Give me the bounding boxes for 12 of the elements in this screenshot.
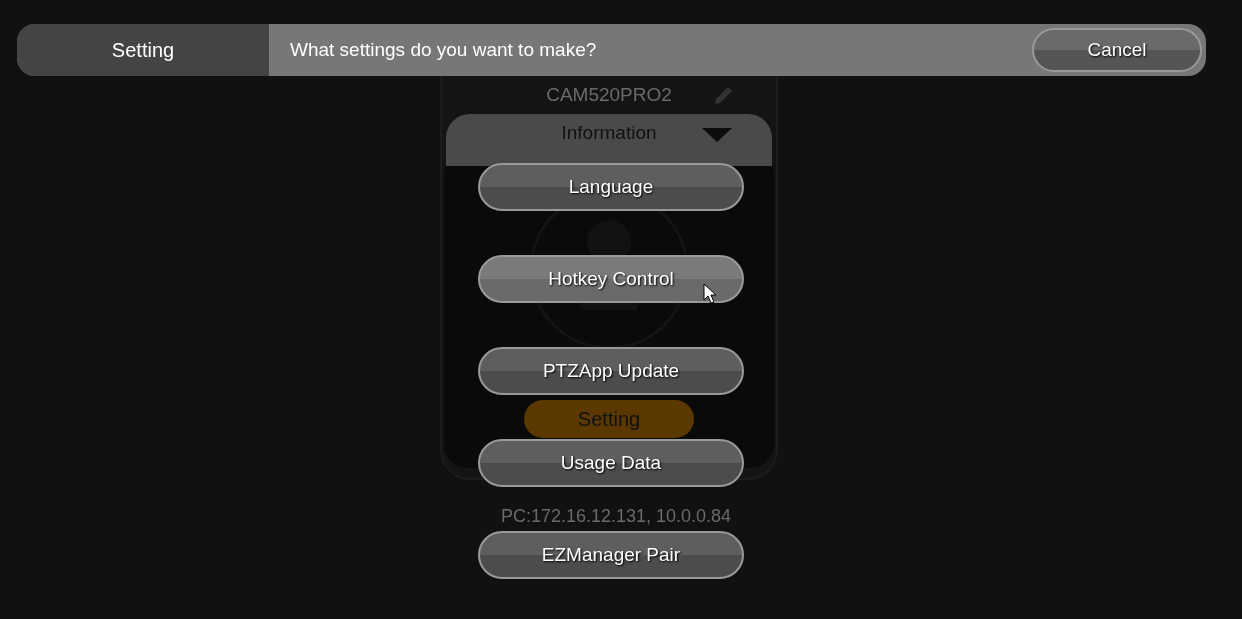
dialog-prompt: What settings do you want to make? (290, 39, 597, 61)
ip-address: PC:172.16.12.131, 10.0.0.84 (499, 506, 733, 527)
option-button[interactable]: Hotkey Control (478, 255, 744, 303)
device-name: CAM520PRO2 (546, 84, 672, 106)
option-button[interactable]: PTZApp Update (478, 347, 744, 395)
option-button[interactable]: Usage Data (478, 439, 744, 487)
dialog-title: Setting (17, 24, 269, 76)
option-button[interactable]: Language (478, 163, 744, 211)
caret-icon (702, 128, 732, 142)
option-button[interactable]: EZManager Pair (478, 531, 744, 579)
cancel-button[interactable]: Cancel (1032, 28, 1202, 72)
cursor-icon (703, 283, 717, 305)
